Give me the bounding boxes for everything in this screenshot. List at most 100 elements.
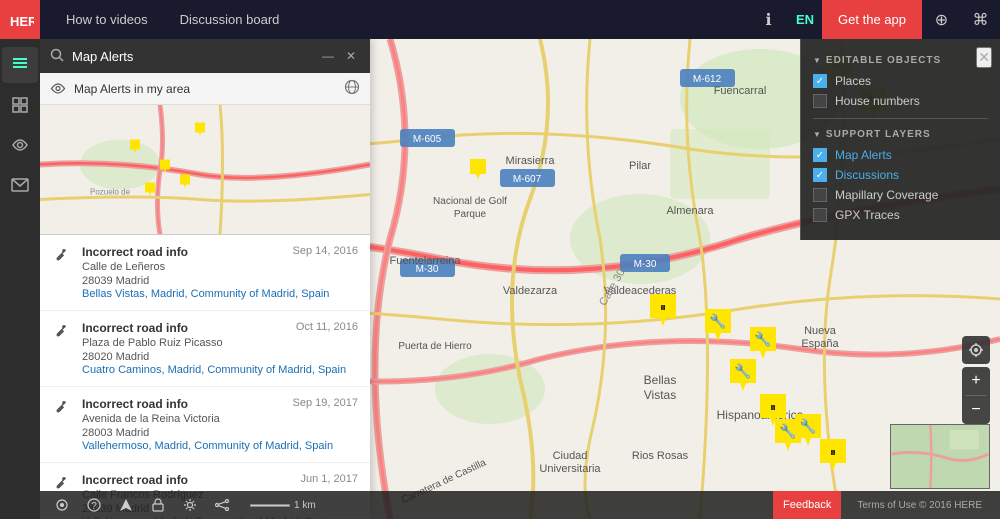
alert-item-2[interactable]: Incorrect road info Sep 19, 2017 Avenida… [40, 387, 370, 463]
locate-button[interactable] [962, 336, 990, 364]
zoom-out-button[interactable]: − [962, 396, 990, 424]
close-right-panel-button[interactable]: ✕ [976, 47, 992, 68]
svg-text:M-605: M-605 [413, 134, 442, 145]
search-icon [50, 48, 64, 65]
mail-icon[interactable] [2, 167, 38, 203]
toolbar-help-btn[interactable]: ? [82, 493, 106, 517]
map-toolbar: ? [40, 491, 1000, 519]
svg-text:🔧: 🔧 [799, 417, 816, 435]
nav-how-to[interactable]: How to videos [50, 0, 164, 39]
toolbar-settings-btn[interactable] [178, 493, 202, 517]
alert-item-0[interactable]: Incorrect road info Sep 14, 2016 Calle d… [40, 235, 370, 311]
svg-text:Nueva: Nueva [804, 325, 837, 337]
android-icon[interactable]: ⊕ [922, 0, 961, 39]
scale-label: 1 km [294, 500, 316, 511]
panel-mini-map[interactable]: Pozuelo de [40, 105, 370, 235]
minimize-button[interactable]: — [318, 47, 338, 65]
info-icon[interactable]: ℹ [749, 0, 788, 39]
svg-text:Fuencarral: Fuencarral [714, 85, 767, 97]
left-sidebar [0, 39, 40, 519]
right-panel: ✕ EDITABLE OBJECTS Places House numbers … [800, 39, 1000, 240]
alert-date-2: Sep 19, 2017 [293, 397, 358, 409]
map-marker-4[interactable]: 🔧 [705, 309, 731, 344]
places-checkbox-row[interactable]: Places [813, 74, 988, 88]
map-marker-10[interactable]: 🔧 [775, 419, 801, 454]
zoom-controls: + − [962, 367, 990, 424]
terms-link[interactable]: Terms of Use © 2016 HERE [849, 491, 990, 519]
map-container[interactable]: M-607 M-605 M-30 M-30 M-612 Mirasierra N… [40, 39, 1000, 519]
zoom-in-button[interactable]: + [962, 367, 990, 395]
gpx-checkbox[interactable] [813, 208, 827, 222]
svg-text:Pozuelo de: Pozuelo de [90, 188, 131, 197]
map-marker-11[interactable] [470, 159, 486, 182]
svg-text:Puerta de Hierro: Puerta de Hierro [398, 341, 472, 352]
mapillary-checkbox[interactable] [813, 188, 827, 202]
alert-content-2: Incorrect road info Sep 19, 2017 Avenida… [82, 397, 358, 452]
alert-content-1: Incorrect road info Oct 11, 2016 Plaza d… [82, 321, 358, 376]
places-label: Places [835, 74, 871, 88]
eye-icon[interactable] [2, 127, 38, 163]
map-marker-6[interactable]: 🔧 [730, 359, 756, 394]
alert-address-0: Calle de Leñeros [82, 261, 358, 273]
mapillary-checkbox-row[interactable]: Mapillary Coverage [813, 188, 988, 202]
map-alerts-checkbox[interactable] [813, 148, 827, 162]
svg-text:🔧: 🔧 [709, 312, 726, 330]
svg-text:Mirasierra: Mirasierra [506, 155, 556, 167]
discussions-label: Discussions [835, 168, 899, 182]
house-numbers-label: House numbers [835, 94, 920, 108]
svg-text:🔧: 🔧 [779, 422, 796, 440]
lang-selector[interactable]: EN [788, 12, 822, 27]
svg-text:?: ? [91, 501, 97, 512]
alert-title-0: Incorrect road info [82, 245, 188, 259]
svg-text:M-607: M-607 [513, 174, 542, 185]
discussions-checkbox[interactable] [813, 168, 827, 182]
toolbar-arrow-btn[interactable] [114, 493, 138, 517]
alert-item-1[interactable]: Incorrect road info Oct 11, 2016 Plaza d… [40, 311, 370, 387]
panel-subheader: Map Alerts in my area [40, 73, 370, 105]
house-numbers-checkbox[interactable] [813, 94, 827, 108]
globe-icon[interactable] [344, 79, 360, 98]
alert-postcode-1: 28020 Madrid [82, 351, 358, 363]
alert-title-1: Incorrect road info [82, 321, 188, 335]
map-marker-3[interactable]: ⏸ [650, 294, 676, 329]
get-app-button[interactable]: Get the app [822, 0, 922, 39]
svg-text:Fuentelarreina: Fuentelarreina [390, 255, 462, 267]
svg-text:Almenara: Almenara [666, 205, 714, 217]
alert-postcode-0: 28039 Madrid [82, 275, 358, 287]
svg-text:Parque: Parque [454, 209, 487, 220]
toolbar-lock-btn[interactable] [146, 493, 170, 517]
places-checkbox[interactable] [813, 74, 827, 88]
panel-controls: — ✕ [318, 47, 360, 65]
support-section-title: SUPPORT LAYERS [813, 129, 988, 140]
grid-icon[interactable] [2, 87, 38, 123]
nav-discussion[interactable]: Discussion board [164, 0, 296, 39]
gpx-label: GPX Traces [835, 208, 900, 222]
discussions-checkbox-row[interactable]: Discussions [813, 168, 988, 182]
editable-section-title: EDITABLE OBJECTS [813, 55, 988, 66]
layers-icon[interactable] [2, 47, 38, 83]
svg-text:Valdezarza: Valdezarza [503, 285, 558, 297]
toolbar-locate-btn[interactable] [50, 493, 74, 517]
panel-title: Map Alerts [72, 49, 310, 64]
map-alerts-label: Map Alerts [835, 148, 892, 162]
toolbar-share-btn[interactable] [210, 493, 234, 517]
house-numbers-checkbox-row[interactable]: House numbers [813, 94, 988, 108]
alert-content-0: Incorrect road info Sep 14, 2016 Calle d… [82, 245, 358, 300]
map-alerts-checkbox-row[interactable]: Map Alerts [813, 148, 988, 162]
mini-map-thumbnail[interactable] [890, 424, 990, 489]
svg-text:⏸: ⏸ [770, 400, 776, 414]
subheader-title: Map Alerts in my area [74, 82, 336, 96]
map-marker-5[interactable]: 🔧 [750, 327, 776, 362]
svg-text:⏸: ⏸ [660, 300, 666, 314]
mapillary-label: Mapillary Coverage [835, 188, 938, 202]
svg-text:Universitaria: Universitaria [539, 463, 601, 475]
close-panel-button[interactable]: ✕ [342, 47, 360, 65]
alert-wrench-icon-0 [52, 247, 72, 267]
visibility-icon[interactable] [50, 81, 66, 97]
map-marker-9[interactable]: ⏸ [820, 439, 846, 474]
alert-date-1: Oct 11, 2016 [296, 321, 358, 333]
feedback-button[interactable]: Feedback [773, 491, 841, 519]
apple-icon[interactable]: ⌘ [961, 0, 1000, 39]
gpx-checkbox-row[interactable]: GPX Traces [813, 208, 988, 222]
svg-text:Vistas: Vistas [644, 388, 676, 402]
